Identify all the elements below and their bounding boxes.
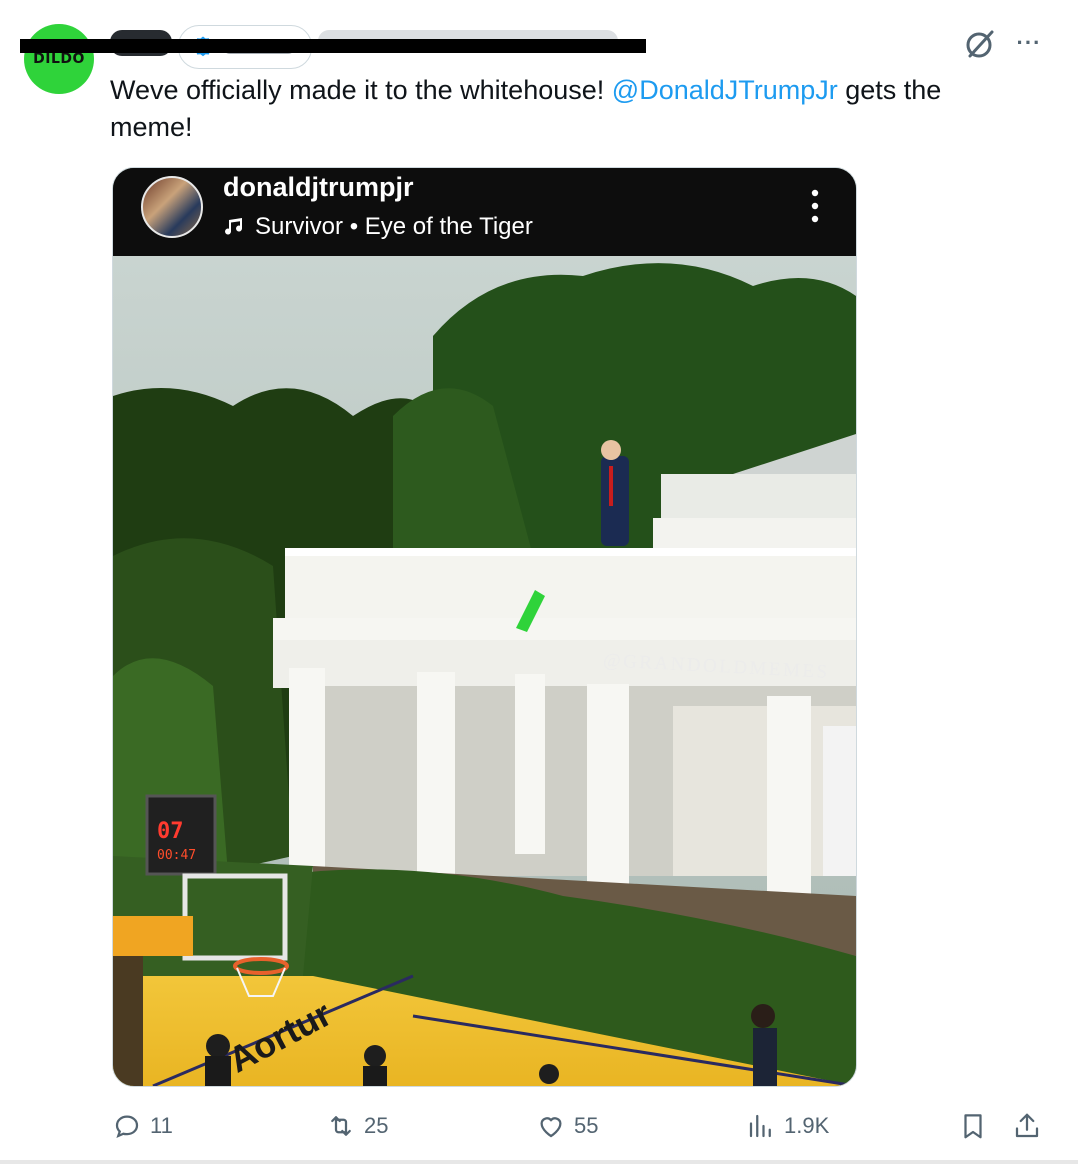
share-icon — [1015, 1113, 1039, 1138]
action-bar: 11 25 55 1.9K — [0, 1104, 1078, 1148]
share-button[interactable] — [1012, 1104, 1042, 1148]
tweet-text: Weve officially made it to the whitehous… — [110, 72, 1010, 146]
divider — [0, 1160, 1078, 1164]
redaction-bar — [20, 39, 646, 53]
music-note-icon — [225, 218, 243, 235]
views-count: 1.9K — [784, 1113, 830, 1138]
views-button[interactable]: 1.9K — [746, 1104, 829, 1148]
reel-avatar — [141, 176, 203, 238]
reel-username: donaldjtrumpjr — [223, 172, 414, 202]
media-image[interactable]: donaldjtrumpjr Survivor • Eye of the Tig… — [112, 167, 857, 1087]
views-icon — [749, 1114, 771, 1138]
like-count: 55 — [574, 1113, 599, 1138]
repost-icon — [331, 1116, 351, 1136]
scoreboard-score: 07 — [157, 819, 184, 844]
reel-song: Survivor • Eye of the Tiger — [223, 213, 533, 241]
avatar-label: DILDO — [33, 51, 85, 67]
repost-count: 25 — [364, 1113, 389, 1138]
reel-song-label: Survivor • Eye of the Tiger — [255, 213, 533, 240]
like-button[interactable]: 55 — [536, 1104, 598, 1148]
tweet-text-start: Weve officially made it to the whitehous… — [110, 75, 612, 105]
reel-menu-icon — [811, 189, 819, 223]
grok-icon[interactable] — [964, 28, 996, 60]
mention-link[interactable]: @DonaldJTrumpJr — [612, 75, 838, 105]
avatar[interactable]: DILDO — [24, 24, 94, 94]
bookmark-button[interactable] — [958, 1104, 988, 1148]
reply-icon — [115, 1115, 139, 1139]
bookmark-icon — [964, 1114, 982, 1139]
reply-button[interactable]: 11 — [112, 1104, 173, 1148]
scoreboard-clock: 00:47 — [157, 848, 197, 863]
reply-count: 11 — [150, 1113, 173, 1138]
heart-icon — [540, 1117, 562, 1138]
more-icon[interactable]: ··· — [1014, 28, 1044, 58]
reel-header: donaldjtrumpjr Survivor • Eye of the Tig… — [113, 168, 856, 256]
repost-button[interactable]: 25 — [326, 1104, 388, 1148]
